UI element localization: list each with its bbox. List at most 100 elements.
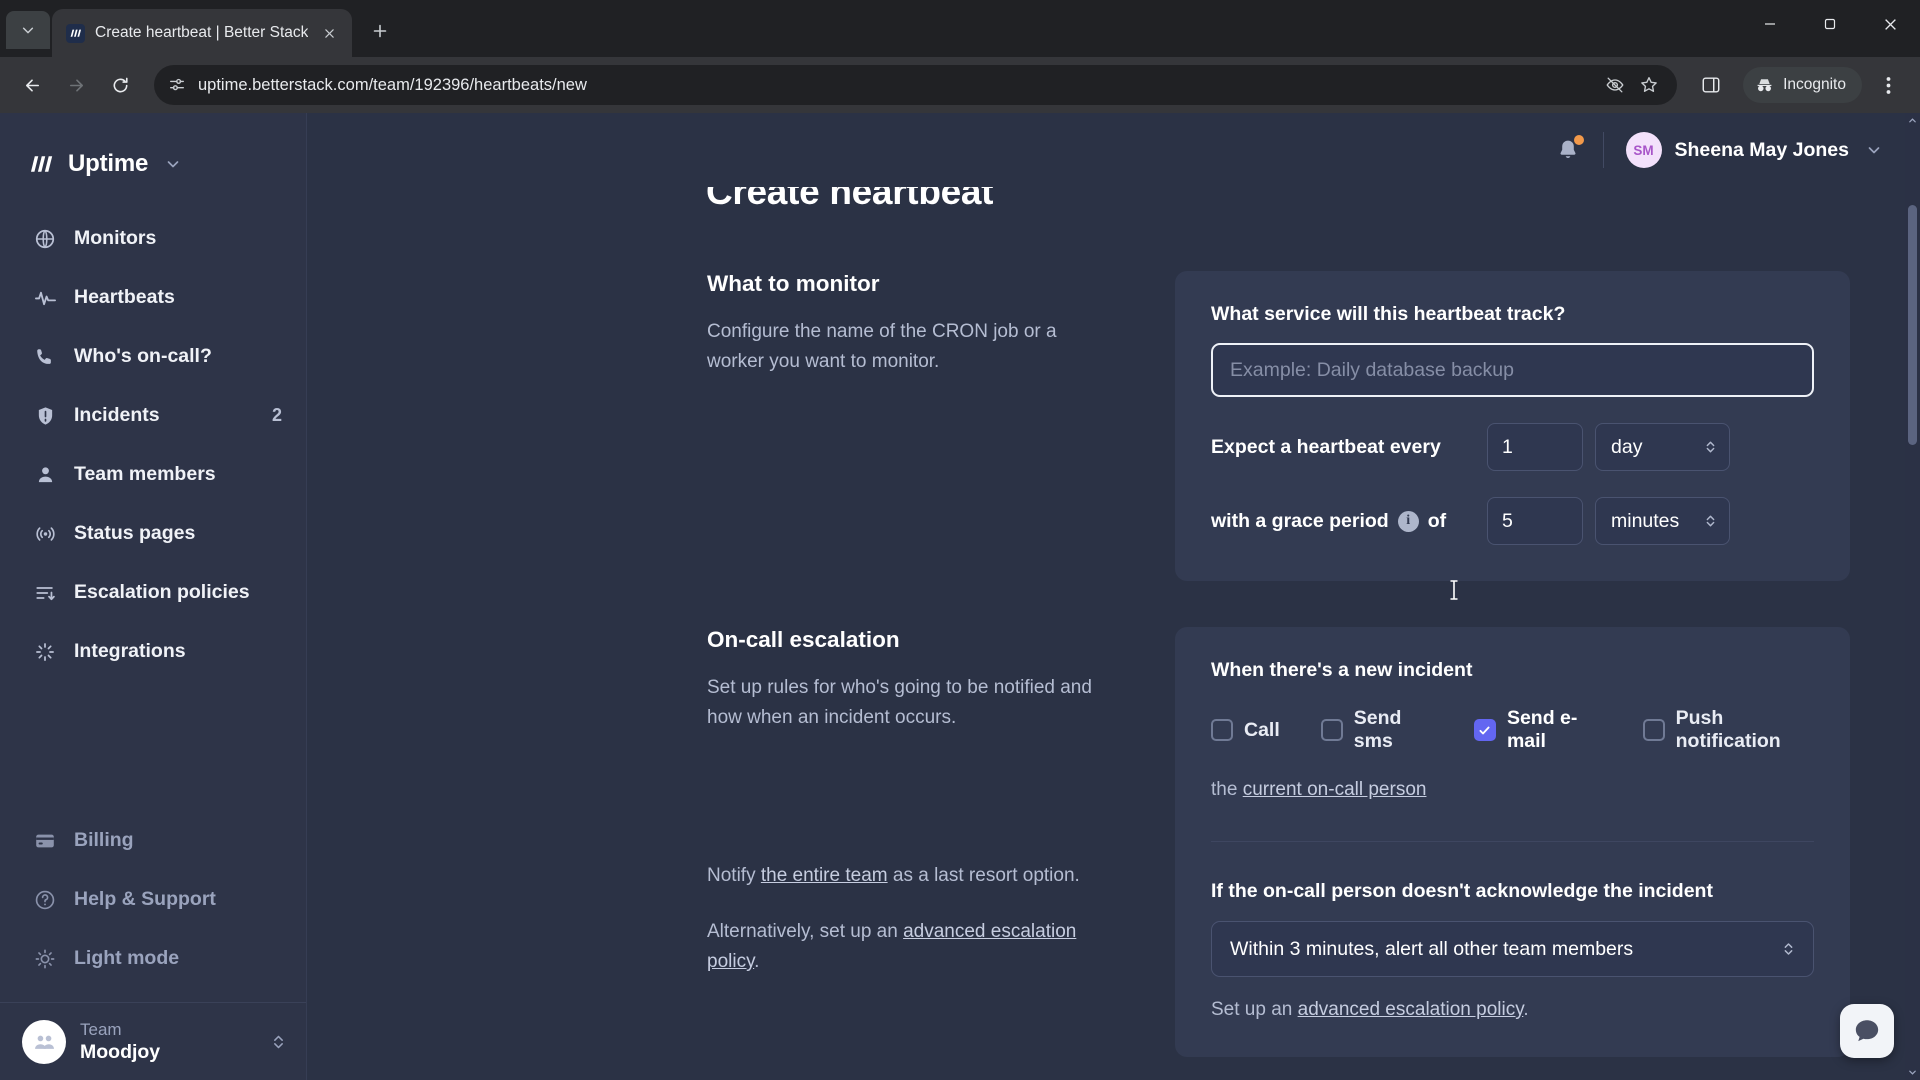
checkbox[interactable] <box>1320 719 1343 741</box>
reload-button[interactable] <box>100 65 140 105</box>
entire-team-link[interactable]: the entire team <box>761 865 888 886</box>
grace-unit-value: minutes <box>1611 509 1680 532</box>
avatar: SM <box>1625 132 1662 168</box>
browser-tab[interactable]: Create heartbeat | Better Stack <box>52 9 353 57</box>
up-down-chevron-icon[interactable] <box>271 1031 286 1053</box>
browser-menu-button[interactable] <box>1868 65 1908 105</box>
support-chat-button[interactable] <box>1840 1004 1894 1058</box>
sidebar-item-whos-on-call[interactable]: Who's on-call? <box>0 327 306 386</box>
scrollbar-thumb[interactable] <box>1908 205 1917 445</box>
channel-label: Push notification <box>1675 707 1781 752</box>
sidebar-item-billing[interactable]: Billing <box>0 811 306 870</box>
close-window-button[interactable] <box>1860 0 1920 48</box>
scroll-up-arrow[interactable] <box>1905 113 1920 128</box>
check-icon <box>1479 726 1490 734</box>
escalation-footer: Set up an advanced escalation policy. <box>1211 999 1814 1021</box>
escalation-card: When there's a new incident Call Send sm… <box>1175 627 1850 1057</box>
section-what-to-monitor: What to monitor Configure the name of th… <box>707 271 1850 581</box>
chevron-down-icon <box>22 27 34 34</box>
sidebar-item-integrations[interactable]: Integrations <box>0 622 306 681</box>
sidebar-item-incidents[interactable]: Incidents 2 <box>0 386 306 445</box>
checkbox[interactable] <box>1211 719 1233 741</box>
checkbox[interactable] <box>1473 719 1496 741</box>
alt-suffix: . <box>754 951 760 973</box>
omnibox-actions <box>1605 75 1663 95</box>
channel-call[interactable]: Call <box>1211 719 1280 742</box>
side-panel-button[interactable] <box>1691 65 1731 105</box>
team-switcher[interactable]: Team Moodjoy <box>0 1002 306 1080</box>
maximize-button[interactable] <box>1800 0 1860 48</box>
stepper-icon <box>1782 939 1795 959</box>
vertical-scrollbar[interactable] <box>1905 113 1920 1080</box>
new-tab-button[interactable] <box>362 13 398 49</box>
close-icon[interactable] <box>318 22 340 44</box>
sun-icon <box>33 947 57 971</box>
interval-value-input[interactable] <box>1487 423 1583 471</box>
tab-search-button[interactable] <box>6 11 50 49</box>
channel-send-email[interactable]: Send e-mail <box>1473 707 1602 753</box>
sidebar-item-heartbeats[interactable]: Heartbeats <box>0 268 306 327</box>
shield-alert-icon <box>33 404 57 428</box>
sidebar-item-help-support[interactable]: Help & Support <box>0 870 306 929</box>
toolbar-right: Incognito <box>1691 65 1908 105</box>
notify-prefix: Notify <box>707 865 761 887</box>
grace-period-row: with a grace period i of minutes <box>1211 497 1814 545</box>
stepper-icon <box>1704 512 1717 530</box>
notification-channels: Call Send sms Send e-mail Push notificat… <box>1211 707 1814 753</box>
user-menu[interactable]: SM Sheena May Jones <box>1625 132 1883 168</box>
address-bar[interactable]: uptime.betterstack.com/team/192396/heart… <box>154 65 1678 105</box>
team-avatar-icon <box>22 1019 66 1064</box>
notifications-button[interactable] <box>1551 133 1585 167</box>
interval-unit-value: day <box>1611 435 1643 458</box>
monitor-card: What service will this heartbeat track? … <box>1175 271 1850 581</box>
sidebar-item-status-pages[interactable]: Status pages <box>0 504 306 563</box>
channel-push-notification[interactable]: Push notification <box>1642 707 1814 753</box>
star-icon[interactable] <box>1639 75 1659 95</box>
reload-icon <box>113 77 128 92</box>
sidebar-item-team-members[interactable]: Team members <box>0 445 306 504</box>
forward-button[interactable] <box>56 65 96 105</box>
arrow-left-icon <box>25 78 39 92</box>
ack-policy-select[interactable]: Within 3 minutes, alert all other team m… <box>1211 921 1814 977</box>
user-name: Sheena May Jones <box>1674 138 1850 161</box>
channel-label: Send e-mail <box>1506 707 1578 752</box>
chat-bubble-icon <box>1855 1020 1879 1042</box>
grace-period-text: with a grace period <box>1211 509 1389 532</box>
interval-row: Expect a heartbeat every day <box>1211 423 1814 471</box>
channel-send-sms[interactable]: Send sms <box>1320 707 1433 753</box>
channel-label: Call <box>1244 718 1280 741</box>
sidebar-item-escalation-policies[interactable]: Escalation policies <box>0 563 306 622</box>
checkbox[interactable] <box>1642 719 1665 741</box>
content-inner: Create heartbeat What to monitor Configu… <box>307 187 1920 1057</box>
minimize-button[interactable] <box>1740 0 1800 48</box>
sidebar-item-light-mode[interactable]: Light mode <box>0 929 306 988</box>
sidebar-item-monitors[interactable]: Monitors <box>0 209 306 268</box>
notification-dot <box>1573 135 1584 145</box>
info-icon[interactable]: i <box>1397 510 1419 532</box>
interval-unit-select[interactable]: day <box>1595 423 1730 471</box>
advanced-escalation-policy-link[interactable]: advanced escalation policy <box>1298 999 1524 1020</box>
more-vertical-icon <box>1886 76 1890 94</box>
chevron-down-icon[interactable] <box>165 156 181 172</box>
target-prefix: the <box>1211 779 1243 800</box>
back-button[interactable] <box>12 65 52 105</box>
scroll-down-arrow[interactable] <box>1905 1065 1920 1080</box>
maximize-icon <box>1824 18 1836 30</box>
grace-value-input[interactable] <box>1487 497 1583 545</box>
brand-name: Uptime <box>68 149 149 177</box>
grace-unit-select[interactable]: minutes <box>1595 497 1730 545</box>
team-label: Team <box>80 1019 122 1039</box>
brand-switcher[interactable]: Uptime <box>0 113 306 187</box>
current-on-call-person-link[interactable]: current on-call person <box>1243 779 1427 800</box>
footer-suffix: . <box>1523 999 1529 1020</box>
site-settings-icon[interactable] <box>168 76 186 94</box>
eye-off-icon[interactable] <box>1605 75 1625 95</box>
sidebar-bottom-nav: Billing Help & Support Light mode <box>0 811 306 1002</box>
service-name-input[interactable] <box>1211 343 1814 397</box>
side-panel-icon <box>1702 77 1720 93</box>
sidebar-item-label: Light mode <box>74 947 180 969</box>
channel-label: Send sms <box>1353 707 1402 752</box>
pulse-icon <box>33 286 57 310</box>
incognito-indicator[interactable]: Incognito <box>1743 67 1862 103</box>
team-name: Moodjoy <box>80 1040 161 1063</box>
